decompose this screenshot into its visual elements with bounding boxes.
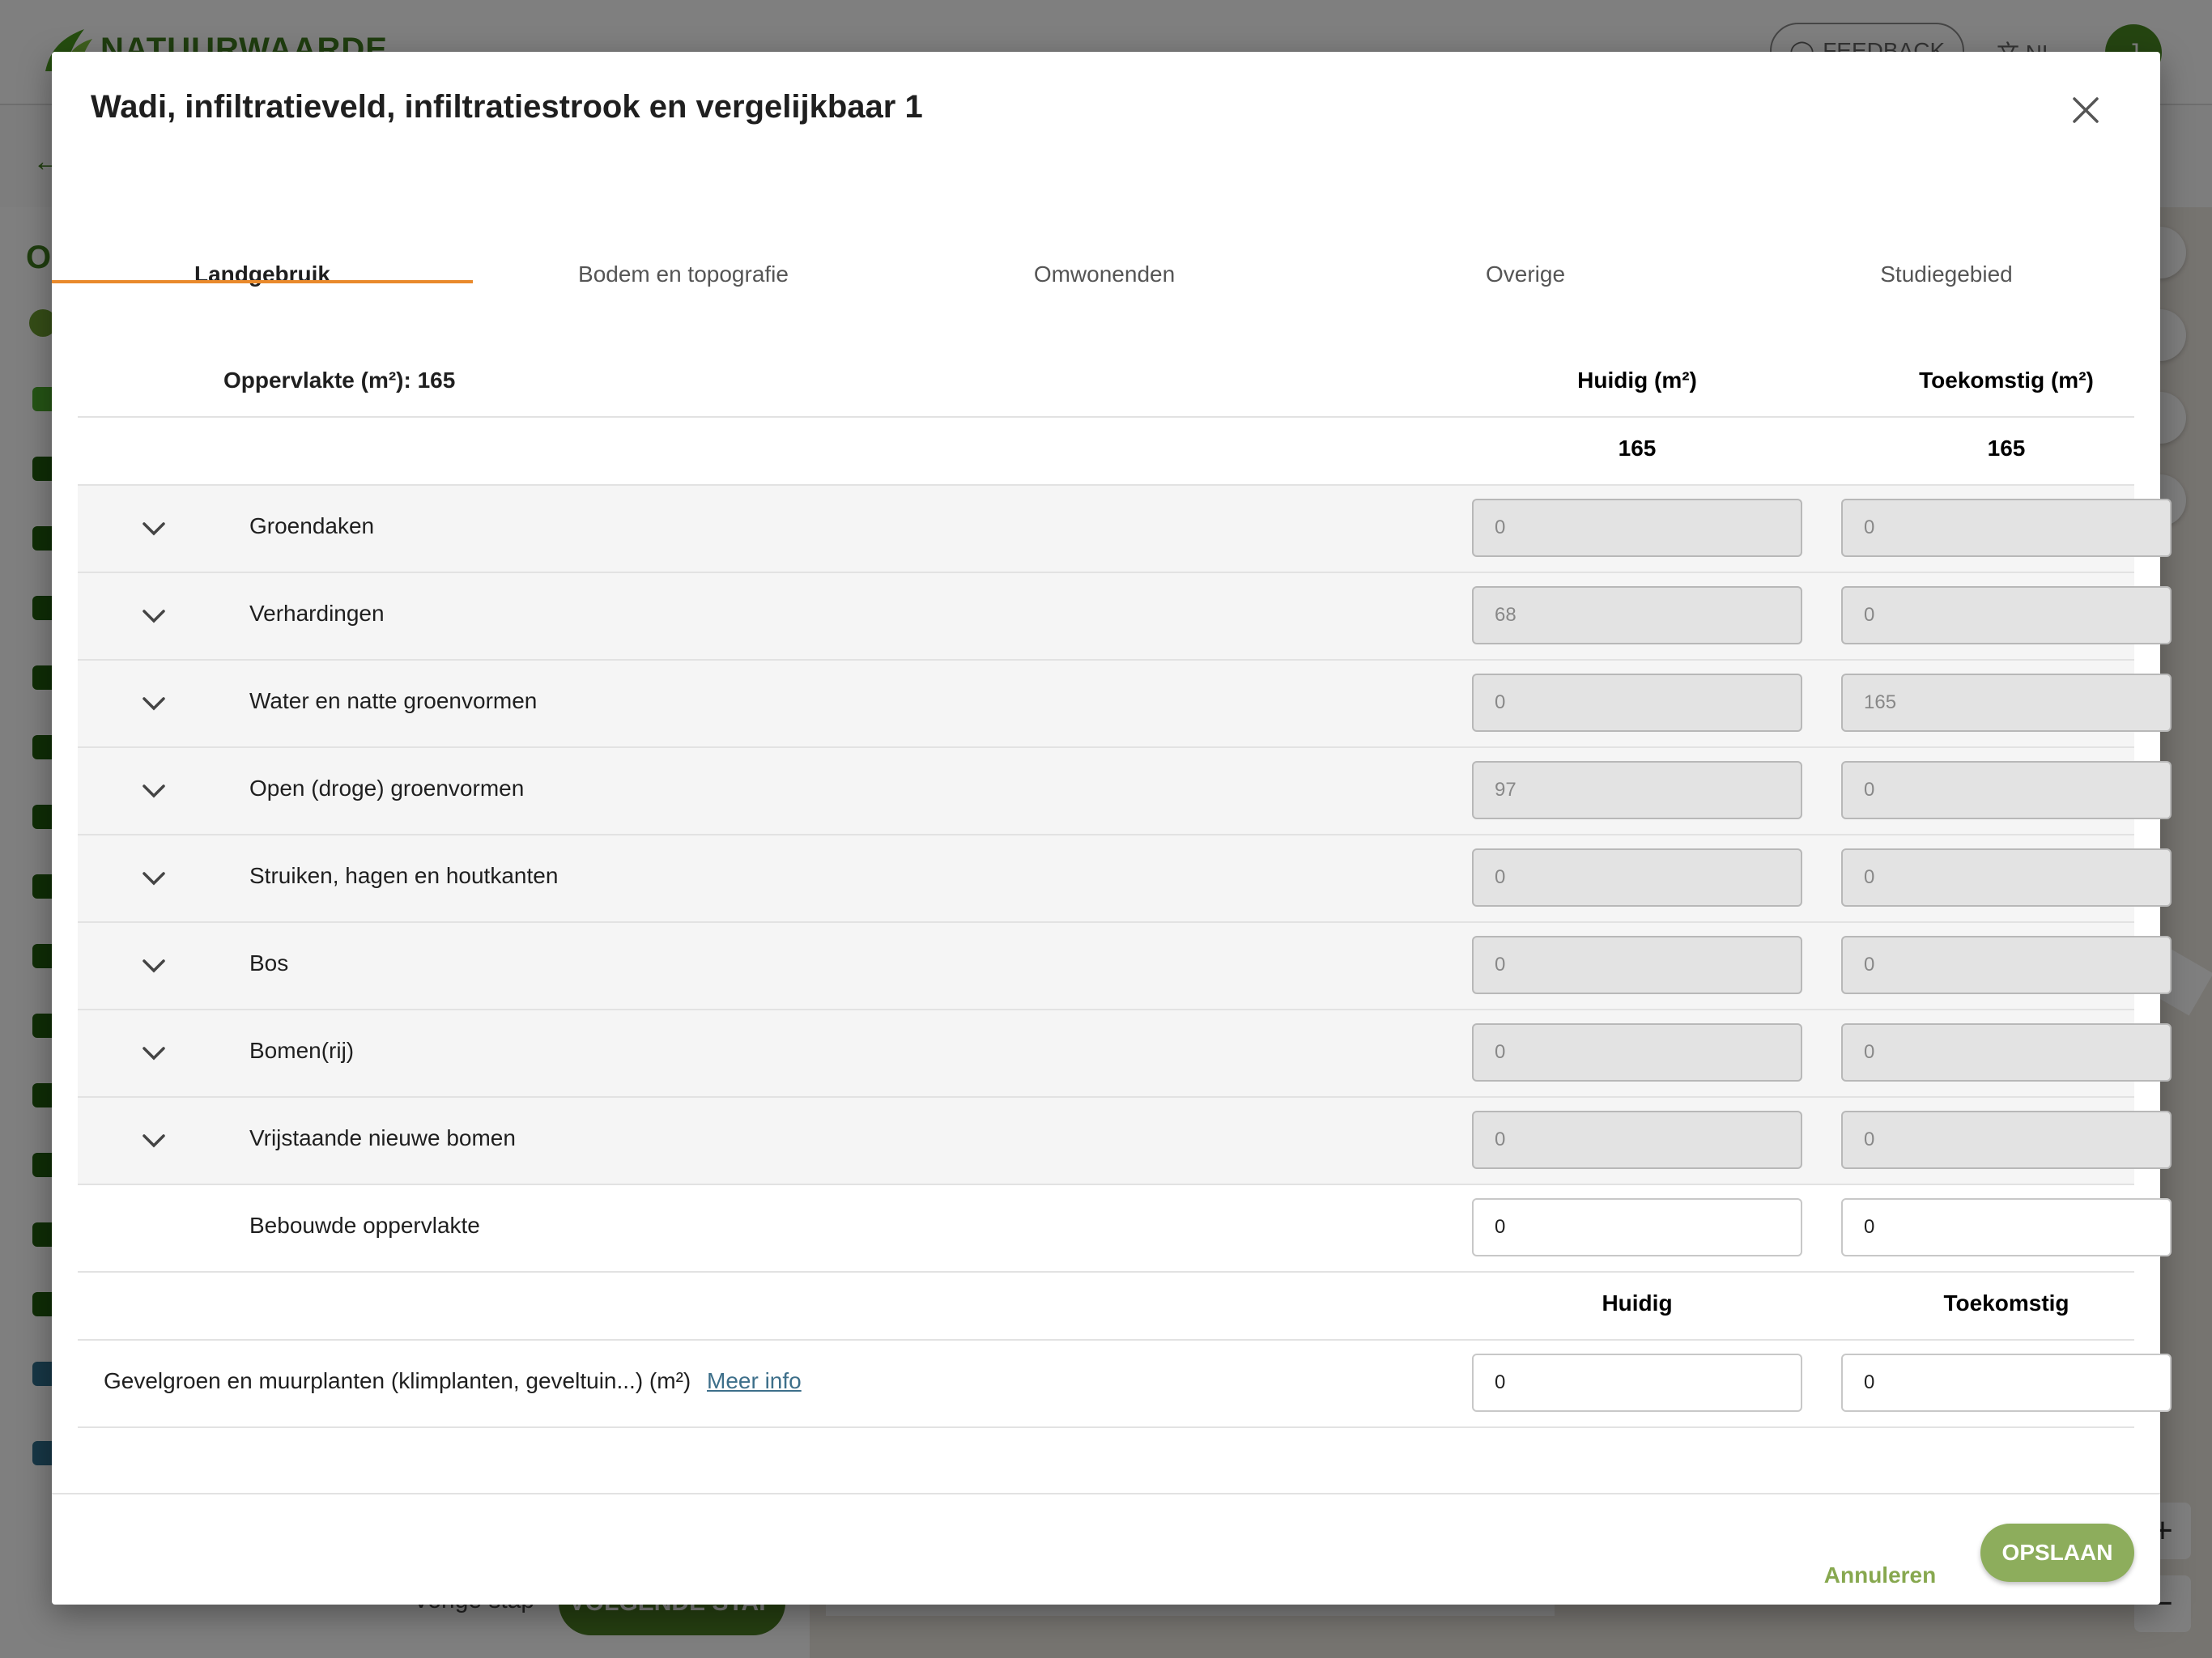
category-row: Vrijstaande nieuwe bomen 0 0 xyxy=(78,1098,2172,1185)
category-label: Verhardingen xyxy=(249,601,385,626)
future-area-input: 0 xyxy=(1841,1023,2172,1082)
expand-button[interactable] xyxy=(136,952,172,980)
total-future: 165 xyxy=(1987,436,2026,461)
expand-button[interactable] xyxy=(136,515,172,542)
close-icon xyxy=(2073,97,2099,123)
future-area-input: 0 xyxy=(1841,499,2172,557)
chevron-down-icon xyxy=(143,872,165,886)
category-label: Open (droge) groenvormen xyxy=(249,776,525,801)
current-area-input: 0 xyxy=(1472,848,1802,907)
current-area-input: 68 xyxy=(1472,586,1802,644)
current-area-input: 0 xyxy=(1472,499,1802,557)
category-label: Struiken, hagen en houtkanten xyxy=(249,863,559,888)
facade-current-input[interactable]: 0 xyxy=(1472,1354,1802,1412)
more-info-link[interactable]: Meer info xyxy=(707,1368,802,1393)
category-label: Bos xyxy=(249,950,289,976)
category-label: Water en natte groenvormen xyxy=(249,688,538,713)
expand-button[interactable] xyxy=(136,865,172,892)
dialog-title: Wadi, infiltratieveld, infiltratiestrook… xyxy=(91,89,923,125)
future-area-input: 0 xyxy=(1841,761,2172,819)
tab-omwonenden[interactable]: Omwonenden xyxy=(894,214,1315,335)
column-header-future: Toekomstig (m²) xyxy=(1919,368,2094,393)
category-row: Struiken, hagen en houtkanten 0 0 xyxy=(78,835,2172,923)
chevron-down-icon xyxy=(143,610,165,623)
category-row: Bomen(rij) 0 0 xyxy=(78,1010,2172,1098)
active-tab-indicator xyxy=(52,280,473,283)
tab-bar: Landgebruik Bodem en topografie Omwonend… xyxy=(52,214,2160,335)
current-area-input: 97 xyxy=(1472,761,1802,819)
chevron-down-icon xyxy=(143,697,165,711)
facade-green-label-wrap: Gevelgroen en muurplanten (klimplanten, … xyxy=(104,1368,802,1394)
dialog-footer-divider xyxy=(52,1493,2160,1494)
future-area-input: 0 xyxy=(1841,936,2172,994)
category-row: Open (droge) groenvormen 97 0 xyxy=(78,748,2172,835)
chevron-down-icon xyxy=(143,784,165,798)
totals-row: 165 165 xyxy=(78,418,2134,486)
sub-column-future: Toekomstig xyxy=(1943,1290,2069,1316)
chevron-down-icon xyxy=(143,1047,165,1061)
future-area-input: 0 xyxy=(1841,1111,2172,1169)
cancel-button[interactable]: Annuleren xyxy=(1807,1551,1953,1600)
built-future-input[interactable]: 0 xyxy=(1841,1198,2172,1256)
future-area-input: 0 xyxy=(1841,848,2172,907)
category-label: Vrijstaande nieuwe bomen xyxy=(249,1125,516,1150)
built-current-input[interactable]: 0 xyxy=(1472,1198,1802,1256)
chevron-down-icon xyxy=(143,522,165,536)
category-label: Groendaken xyxy=(249,513,375,538)
table-header: Oppervlakte (m²): 165 Huidig (m²) Toekom… xyxy=(78,350,2134,418)
expand-button[interactable] xyxy=(136,602,172,630)
tab-studiegebied[interactable]: Studiegebied xyxy=(1736,214,2157,335)
area-label: Oppervlakte (m²): 165 xyxy=(223,368,456,393)
facade-green-row: Gevelgroen en muurplanten (klimplanten, … xyxy=(78,1341,2172,1428)
expand-button[interactable] xyxy=(136,777,172,805)
category-row: Bos 0 0 xyxy=(78,923,2172,1010)
category-row: Groendaken 0 0 xyxy=(78,486,2172,573)
facade-future-input[interactable]: 0 xyxy=(1841,1354,2172,1412)
expand-button[interactable] xyxy=(136,690,172,717)
facade-header: Huidig Toekomstig xyxy=(78,1273,2134,1341)
save-button[interactable]: OPSLAAN xyxy=(1980,1524,2134,1582)
land-use-dialog: Wadi, infiltratieveld, infiltratiestrook… xyxy=(52,52,2172,1605)
column-header-current: Huidig (m²) xyxy=(1577,368,1697,393)
current-area-input: 0 xyxy=(1472,936,1802,994)
close-button[interactable] xyxy=(2063,87,2108,133)
sub-column-current: Huidig xyxy=(1602,1290,1673,1316)
expand-button[interactable] xyxy=(136,1039,172,1067)
built-area-label: Bebouwde oppervlakte xyxy=(249,1213,480,1238)
tab-landgebruik[interactable]: Landgebruik xyxy=(52,214,473,335)
category-label: Bomen(rij) xyxy=(249,1038,355,1063)
chevron-down-icon xyxy=(143,1134,165,1148)
current-area-input: 0 xyxy=(1472,674,1802,732)
built-area-row: Bebouwde oppervlakte 0 0 xyxy=(78,1185,2172,1273)
current-area-input: 0 xyxy=(1472,1023,1802,1082)
chevron-down-icon xyxy=(143,959,165,973)
category-row: Verhardingen 68 0 xyxy=(78,573,2172,661)
facade-green-label: Gevelgroen en muurplanten (klimplanten, … xyxy=(104,1368,691,1393)
future-area-input: 0 xyxy=(1841,586,2172,644)
category-row: Water en natte groenvormen 0 165 xyxy=(78,661,2172,748)
current-area-input: 0 xyxy=(1472,1111,1802,1169)
total-current: 165 xyxy=(1618,436,1657,461)
tab-bodem-en-topografie[interactable]: Bodem en topografie xyxy=(473,214,894,335)
expand-button[interactable] xyxy=(136,1127,172,1154)
future-area-input: 165 xyxy=(1841,674,2172,732)
tab-overige[interactable]: Overige xyxy=(1315,214,1736,335)
